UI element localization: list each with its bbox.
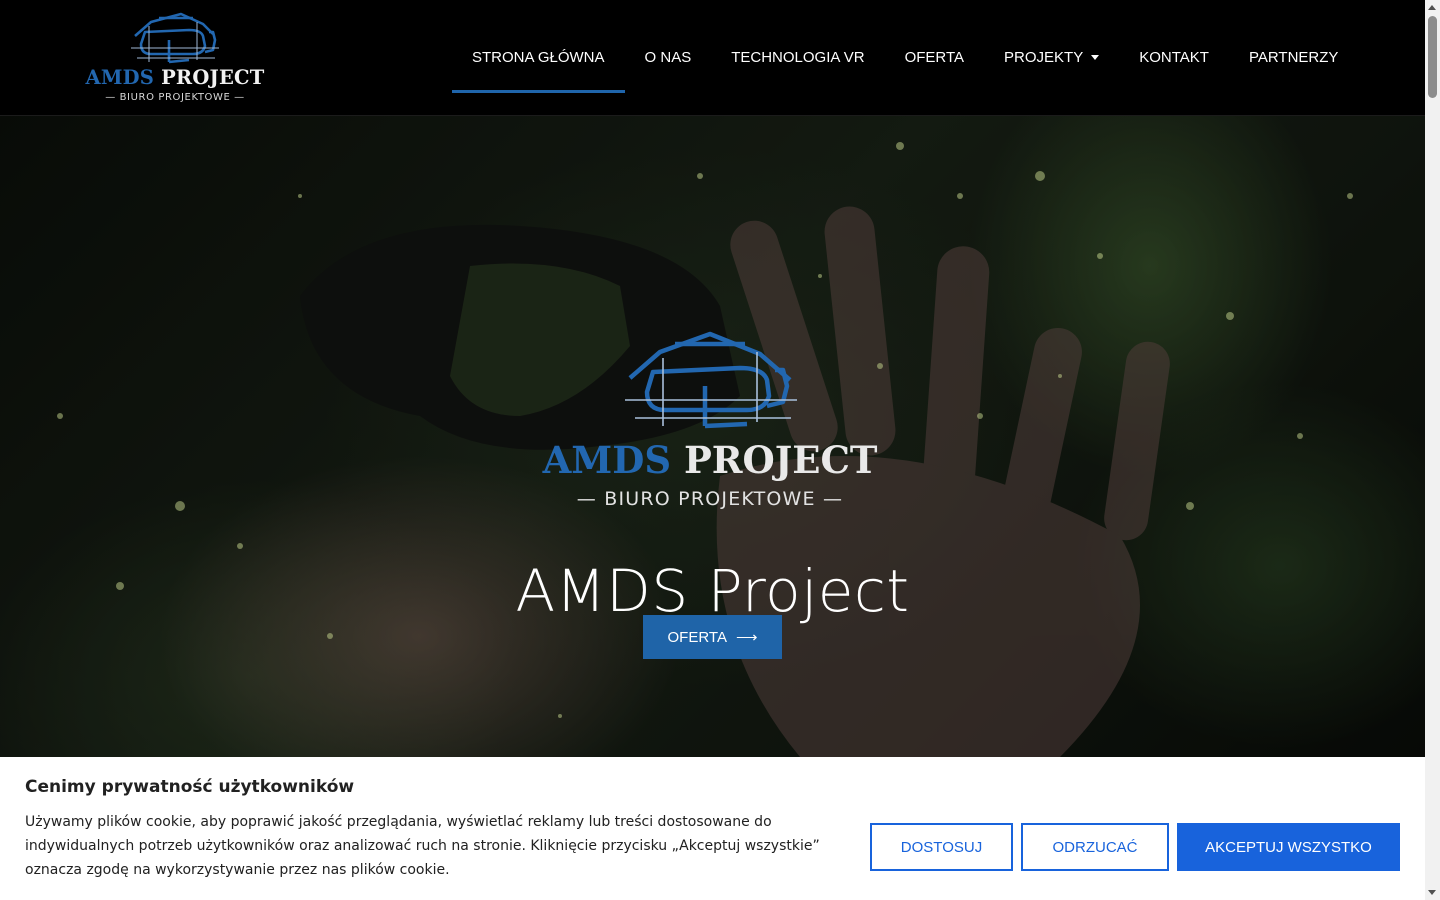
- scroll-up-arrow-icon[interactable]: [1428, 5, 1436, 10]
- nav-item-technologia-vr[interactable]: TECHNOLOGIA VR: [711, 0, 884, 115]
- caret-down-icon: [1091, 55, 1100, 60]
- cookie-accept-all-button[interactable]: AKCEPTUJ WSZYSTKO: [1177, 823, 1400, 871]
- logo-wordmark: AMDS PROJECT: [85, 66, 265, 89]
- main-nav: STRONA GŁÓWNA O NAS TECHNOLOGIA VR OFERT…: [452, 0, 1358, 115]
- nav-item-kontakt[interactable]: KONTAKT: [1119, 0, 1229, 115]
- nav-item-strona-glowna[interactable]: STRONA GŁÓWNA: [452, 0, 625, 115]
- nav-item-oferta[interactable]: OFERTA: [885, 0, 984, 115]
- nav-item-projekty[interactable]: PROJEKTY: [984, 0, 1119, 115]
- hero-oferta-button[interactable]: OFERTA ⟶: [643, 615, 782, 659]
- hero-logo: AMDS PROJECT — BIURO PROJEKTOWE —: [535, 330, 885, 510]
- vr-house-logo-icon: [625, 331, 797, 429]
- hero-section: AMDS PROJECT — BIURO PROJEKTOWE — AMDS P…: [0, 116, 1425, 757]
- cookie-consent-banner: Cenimy prywatność użytkowników Używamy p…: [0, 757, 1425, 900]
- scrollbar-thumb[interactable]: [1428, 16, 1437, 98]
- logo-subtitle: — BIURO PROJEKTOWE —: [105, 92, 245, 103]
- cookie-customize-button[interactable]: DOSTOSUJ: [870, 823, 1013, 871]
- arrow-right-icon: ⟶: [735, 629, 758, 646]
- page-scrollbar[interactable]: [1425, 0, 1440, 900]
- scroll-down-arrow-icon[interactable]: [1428, 890, 1436, 895]
- site-logo[interactable]: AMDS PROJECT — BIURO PROJEKTOWE —: [85, 10, 265, 106]
- nav-item-o-nas[interactable]: O NAS: [625, 0, 712, 115]
- cookie-text: Używamy plików cookie, aby poprawić jako…: [25, 814, 820, 878]
- site-header: AMDS PROJECT — BIURO PROJEKTOWE — STRONA…: [0, 0, 1425, 116]
- cookie-title: Cenimy prywatność użytkowników: [25, 777, 355, 797]
- hero-logo-subtitle: — BIURO PROJEKTOWE —: [576, 488, 844, 510]
- vr-house-logo-icon: [131, 12, 219, 64]
- cookie-reject-button[interactable]: ODRZUCAĆ: [1021, 823, 1169, 871]
- hero-logo-wordmark: AMDS PROJECT: [542, 438, 878, 482]
- nav-item-partnerzy[interactable]: PARTNERZY: [1229, 0, 1358, 115]
